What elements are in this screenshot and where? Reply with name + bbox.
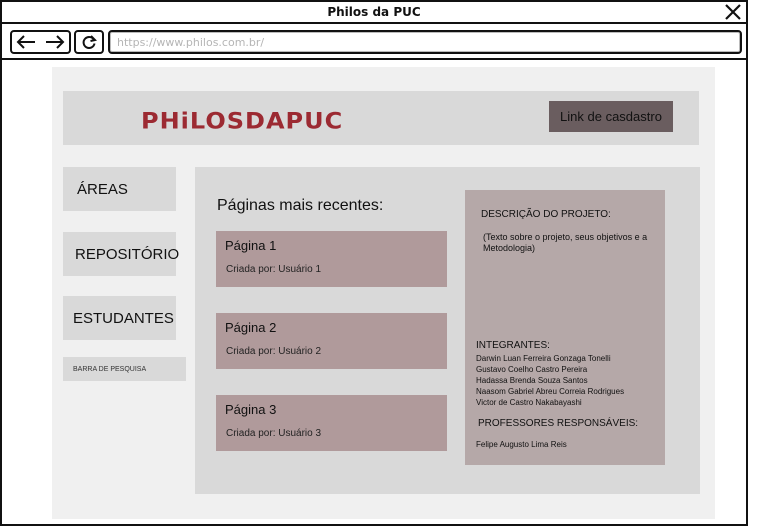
- page-content: PHiLOSDAPUC Link de casdastro ÁREAS REPO…: [52, 67, 715, 519]
- description-text: (Texto sobre o projeto, seus objetivos e…: [483, 232, 648, 253]
- list-item: Hadassa Brenda Souza Santos: [476, 376, 588, 385]
- list-item: Gustavo Coelho Castro Pereira: [476, 365, 588, 374]
- list-item: Darwin Luan Ferreira Gonzaga Tonelli: [476, 354, 611, 363]
- list-item: Naasom Gabriel Abreu Correia Rodrigues: [476, 387, 625, 396]
- list-item: Victor de Castro Nakabayashi: [476, 398, 582, 407]
- page-card-author: Criada por: Usuário 1: [226, 264, 322, 275]
- main-panel: Páginas mais recentes: Página 1 Criada p…: [195, 167, 700, 494]
- title-bar: Philos da PUC: [2, 2, 746, 24]
- page-card-author: Criada por: Usuário 3: [226, 428, 322, 439]
- sidebar-item-students[interactable]: ESTUDANTES: [63, 296, 176, 340]
- project-description-panel: DESCRIÇÃO DO PROJETO: (Texto sobre o pro…: [465, 190, 665, 465]
- close-icon[interactable]: [724, 4, 742, 20]
- navigation-buttons: [10, 30, 71, 54]
- page-card-title: Página 2: [225, 320, 277, 335]
- members-list: Darwin Luan Ferreira Gonzaga Tonelli Gus…: [476, 353, 665, 408]
- arrow-right-icon[interactable]: [41, 32, 70, 52]
- professor-name: Felipe Augusto Lima Reis: [476, 440, 567, 449]
- page-card-title: Página 3: [225, 402, 277, 417]
- url-text: https://www.philos.com.br/: [117, 36, 265, 49]
- address-bar[interactable]: https://www.philos.com.br/: [108, 30, 742, 54]
- page-card[interactable]: Página 3 Criada por: Usuário 3: [216, 395, 447, 451]
- register-link-button[interactable]: Link de casdastro: [549, 101, 673, 132]
- arrow-left-icon[interactable]: [12, 32, 41, 52]
- page-card[interactable]: Página 1 Criada por: Usuário 1: [216, 231, 447, 287]
- browser-toolbar: https://www.philos.com.br/: [2, 26, 746, 60]
- professors-title: PROFESSORES RESPONSÁVEIS:: [478, 418, 639, 429]
- sidebar-item-areas[interactable]: ÁREAS: [63, 167, 176, 211]
- members-title: INTEGRANTES:: [476, 340, 550, 351]
- window-title: Philos da PUC: [327, 5, 421, 19]
- description-title: DESCRIÇÃO DO PROJETO:: [481, 209, 611, 220]
- page-card[interactable]: Página 2 Criada por: Usuário 2: [216, 313, 447, 369]
- search-bar[interactable]: BARRA DE PESQUISA: [63, 357, 186, 381]
- site-logo[interactable]: PHiLOSDAPUC: [141, 108, 343, 134]
- page-card-title: Página 1: [225, 238, 277, 253]
- site-header: PHiLOSDAPUC Link de casdastro: [63, 91, 699, 145]
- recent-pages-heading: Páginas mais recentes:: [217, 197, 384, 214]
- page-card-author: Criada por: Usuário 2: [226, 346, 322, 357]
- reload-icon[interactable]: [74, 30, 104, 54]
- sidebar-item-repository[interactable]: REPOSITÓRIO: [63, 232, 179, 276]
